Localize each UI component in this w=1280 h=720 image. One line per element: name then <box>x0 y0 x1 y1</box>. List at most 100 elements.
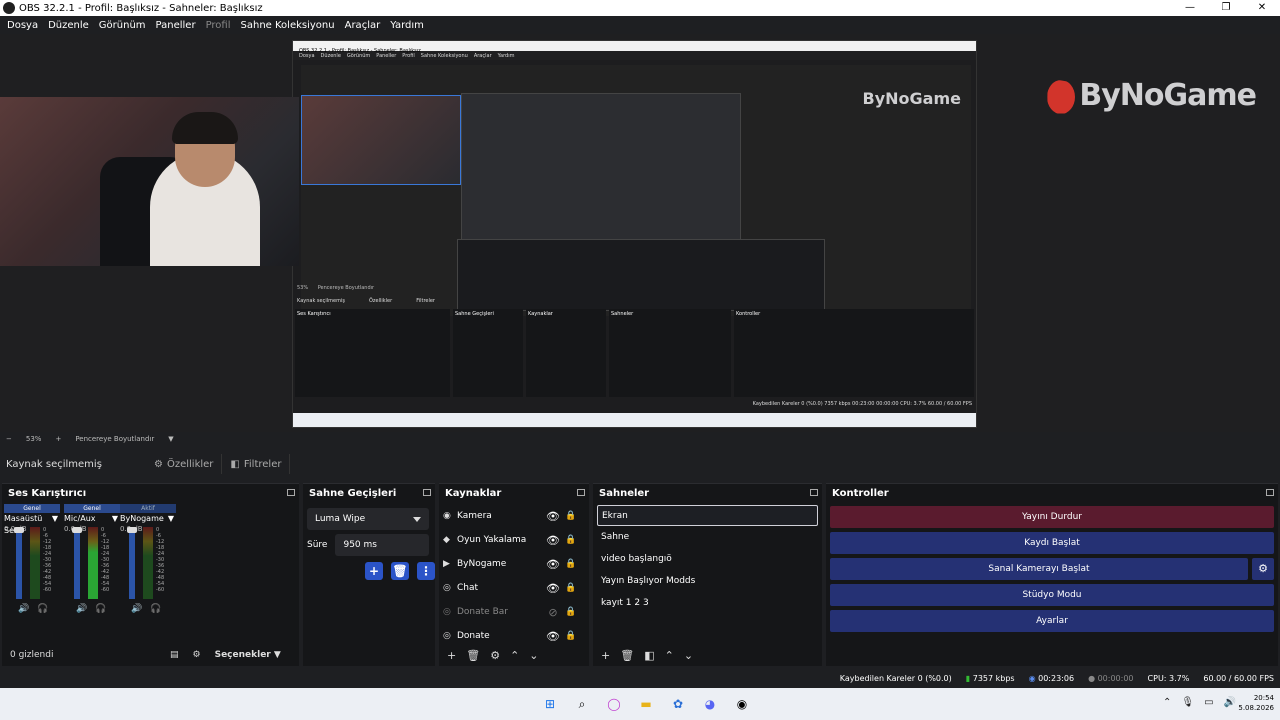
move-down-icon[interactable]: ⌄ <box>684 649 693 662</box>
lock-icon[interactable]: 🔒 <box>563 535 579 545</box>
menu-dosya[interactable]: Dosya <box>2 20 43 31</box>
move-up-icon[interactable]: ⌃ <box>665 649 674 662</box>
delete-scene-icon[interactable]: 🗑 <box>620 649 634 662</box>
lock-icon[interactable]: 🔒 <box>563 631 579 641</box>
obs-icon[interactable]: ◉ <box>732 694 752 714</box>
windows-start-icon[interactable]: ⊞ <box>540 694 560 714</box>
headphone-icon[interactable]: 🎧 <box>37 604 48 614</box>
filters-button[interactable]: ◧ Filtreler <box>222 454 291 474</box>
transitions-title: Sahne Geçişleri <box>309 488 397 499</box>
chevron-down-icon[interactable]: ▼ <box>168 435 173 443</box>
channel-name[interactable]: ByNogame ▼ <box>120 513 176 525</box>
settings-button[interactable]: Ayarlar <box>830 610 1274 632</box>
channel-name[interactable]: Mic/Aux ▼ <box>64 513 120 525</box>
source-row[interactable]: ◎ Donate 👁 🔒 <box>439 624 589 648</box>
headphone-icon[interactable]: 🎧 <box>150 604 161 614</box>
lock-icon[interactable]: 🔒 <box>563 559 579 569</box>
volume-slider[interactable] <box>72 527 82 599</box>
menu-profil[interactable]: Profil <box>201 20 236 31</box>
source-settings-icon[interactable]: ⚙ <box>490 649 500 662</box>
volume-slider[interactable] <box>14 527 24 599</box>
minimize-button[interactable]: — <box>1172 0 1208 16</box>
menu-yardim[interactable]: Yardım <box>385 20 429 31</box>
webcam-overlay[interactable] <box>0 97 299 266</box>
zoom-out-button[interactable]: − <box>6 435 12 443</box>
menu-gorunum[interactable]: Görünüm <box>94 20 151 31</box>
menu-araclar[interactable]: Araçlar <box>340 20 386 31</box>
zoom-in-button[interactable]: + <box>55 435 61 443</box>
lock-icon[interactable]: 🔒 <box>563 511 579 521</box>
eye-icon[interactable]: 👁 <box>543 534 563 547</box>
close-button[interactable]: ✕ <box>1244 0 1280 16</box>
eye-icon[interactable]: 👁 <box>543 582 563 595</box>
eye-icon[interactable]: 👁 <box>543 558 563 571</box>
stop-stream-button[interactable]: Yayını Durdur <box>830 506 1274 528</box>
opera-icon[interactable]: ◯ <box>604 694 624 714</box>
fit-window-select[interactable]: Pencereye Boyutlandır <box>75 435 154 443</box>
streamer-hair <box>172 112 238 144</box>
add-transition-button[interactable]: + <box>365 562 383 580</box>
menu-duzenle[interactable]: Düzenle <box>43 20 94 31</box>
add-source-icon[interactable]: + <box>447 649 456 662</box>
menu-paneller[interactable]: Paneller <box>151 20 201 31</box>
transition-select[interactable]: Luma Wipe <box>307 508 429 530</box>
search-icon[interactable]: ⌕ <box>572 694 592 714</box>
db-scale: 0 -6 -12 -18 -24 -30 -36 -42 -48 -54 -60 <box>101 527 110 593</box>
scene-item[interactable]: Ekran <box>597 505 818 526</box>
lock-icon[interactable]: 🔒 <box>563 583 579 593</box>
delete-source-icon[interactable]: 🗑 <box>466 649 480 662</box>
channel-name[interactable]: Masaüstü Ses ▼ <box>4 513 60 535</box>
source-row[interactable]: ▶ ByNogame 👁 🔒 <box>439 552 589 576</box>
speaker-icon[interactable]: 🔊 <box>18 604 29 614</box>
speaker-icon[interactable]: 🔊 <box>76 604 87 614</box>
move-down-icon[interactable]: ⌄ <box>529 649 538 662</box>
move-up-icon[interactable]: ⌃ <box>510 649 519 662</box>
undock-icon[interactable] <box>577 489 585 496</box>
chevron-up-icon[interactable]: ⌃ <box>1163 697 1171 708</box>
transition-menu-button[interactable]: ⋮ <box>417 562 435 580</box>
eye-icon[interactable]: 👁 <box>543 510 563 523</box>
speaker-icon[interactable]: 🔊 <box>131 604 142 614</box>
studio-mode-button[interactable]: Stüdyo Modu <box>830 584 1274 606</box>
start-recording-button[interactable]: Kaydı Başlat <box>830 532 1274 554</box>
scene-item[interactable]: kayıt 1 2 3 <box>597 593 818 614</box>
eye-hidden-icon[interactable]: ⊘ <box>543 606 563 619</box>
properties-button[interactable]: ⚙ Özellikler <box>146 454 223 474</box>
start-virtual-camera-button[interactable]: Sanal Kamerayı Başlat <box>830 558 1248 580</box>
duration-input[interactable]: 950 ms <box>335 534 429 556</box>
undock-icon[interactable] <box>287 489 295 496</box>
lock-icon[interactable]: 🔒 <box>563 607 579 617</box>
volume-slider[interactable] <box>127 527 137 599</box>
layout-icon[interactable]: ▤ <box>170 650 179 660</box>
nested-zoom: 53% Pencereye Boyutlandır <box>297 285 375 291</box>
rec-time: ● 00:00:00 <box>1088 673 1134 683</box>
status-bar: Kaybedilen Kareler 0 (%0.0) ▮ 7357 kbps … <box>0 668 1280 688</box>
virtual-camera-settings-icon[interactable]: ⚙ <box>1252 558 1274 580</box>
scene-item[interactable]: Sahne <box>597 527 818 548</box>
maximize-button[interactable]: ❐ <box>1208 0 1244 16</box>
scene-filter-icon[interactable]: ◧ <box>644 649 654 662</box>
microphone-icon[interactable]: 🎙 <box>1181 697 1194 708</box>
undock-icon[interactable] <box>1266 489 1274 496</box>
undock-icon[interactable] <box>423 489 431 496</box>
app-icon[interactable]: ✿ <box>668 694 688 714</box>
add-scene-icon[interactable]: + <box>601 649 610 662</box>
source-row[interactable]: ◎ Donate Bar ⊘ 🔒 <box>439 600 589 624</box>
mixer-options-button[interactable]: Seçenekler ▼ <box>215 650 281 660</box>
source-row[interactable]: ◆ Oyun Yakalama 👁 🔒 <box>439 528 589 552</box>
menu-sahne-koleksiyonu[interactable]: Sahne Koleksiyonu <box>236 20 340 31</box>
scene-item[interactable]: video başlangıö <box>597 549 818 570</box>
clock[interactable]: 20:54 5.08.2026 <box>1238 693 1274 713</box>
source-row[interactable]: ◎ Chat 👁 🔒 <box>439 576 589 600</box>
volume-icon[interactable]: 🔊 <box>1224 697 1236 708</box>
network-icon[interactable]: ▭ <box>1204 697 1213 708</box>
scene-item[interactable]: Yayın Başlıyor Modds <box>597 571 818 592</box>
undock-icon[interactable] <box>810 489 818 496</box>
eye-icon[interactable]: 👁 <box>543 630 563 643</box>
delete-transition-button[interactable]: 🗑 <box>391 562 409 580</box>
headphone-icon[interactable]: 🎧 <box>95 604 106 614</box>
file-explorer-icon[interactable]: ▬ <box>636 694 656 714</box>
source-row[interactable]: ◉ Kamera 👁 🔒 <box>439 504 589 528</box>
discord-icon[interactable]: ◕ <box>700 694 720 714</box>
advanced-audio-icon[interactable]: ⚙ <box>193 650 201 660</box>
